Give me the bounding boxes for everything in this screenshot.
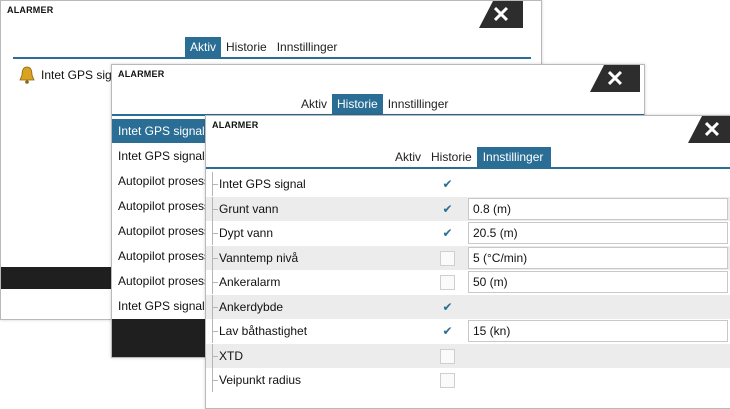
- enable-checkbox[interactable]: [440, 250, 455, 266]
- tab-historie[interactable]: Historie: [332, 94, 383, 114]
- checkmark-icon: ✔: [442, 299, 453, 314]
- enable-checkbox[interactable]: [440, 373, 455, 388]
- checkmark-icon: ✔: [442, 177, 453, 191]
- list-item-label: Intet GPS signal: [41, 68, 117, 82]
- enable-checkbox[interactable]: ✔: [440, 202, 455, 217]
- tab-historie[interactable]: Historie: [426, 147, 477, 167]
- settings-label: Dypt vann: [219, 226, 274, 240]
- tab-aktiv[interactable]: Aktiv: [296, 94, 332, 114]
- close-icon: ✕: [702, 116, 722, 142]
- tab-underline: [13, 57, 531, 59]
- close-icon: ✕: [605, 65, 625, 91]
- settings-label: XTD: [219, 348, 243, 363]
- enable-checkbox[interactable]: ✔: [440, 226, 455, 241]
- enable-checkbox[interactable]: ✔: [440, 324, 455, 339]
- settings-row[interactable]: Vanntemp nivå 5 (°C/min): [206, 245, 730, 270]
- settings-label: Grunt vann: [219, 201, 279, 216]
- alarm-dialog-settings: ALARMER ✕ Aktiv Historie Innstillinger I…: [205, 115, 730, 409]
- settings-row[interactable]: Lav båthastighet ✔ 15 (kn): [206, 319, 730, 343]
- close-button[interactable]: ✕: [479, 1, 523, 28]
- settings-label: Intet GPS signal: [219, 177, 306, 191]
- tree-connector: [212, 380, 218, 381]
- enable-checkbox[interactable]: [440, 275, 455, 290]
- tab-innstillinger[interactable]: Innstillinger: [383, 94, 454, 114]
- tab-innstillinger[interactable]: Innstillinger: [272, 37, 343, 57]
- dialog-title: ALARMER: [212, 120, 259, 130]
- threshold-field[interactable]: 15 (kn): [468, 320, 728, 342]
- tree-connector: [212, 331, 218, 332]
- settings-row[interactable]: Veipunkt radius: [206, 368, 730, 392]
- settings-row[interactable]: Grunt vann ✔ 0.8 (m): [206, 196, 730, 221]
- settings-row[interactable]: Intet GPS signal ✔: [206, 172, 730, 196]
- settings-row[interactable]: Ankeralarm 50 (m): [206, 270, 730, 294]
- checkmark-icon: ✔: [442, 201, 453, 216]
- settings-label: Ankerdybde: [219, 299, 284, 314]
- tree-connector: [212, 208, 218, 210]
- settings-label: Veipunkt radius: [219, 373, 302, 387]
- close-button[interactable]: ✕: [590, 65, 640, 92]
- dialog-title: ALARMER: [118, 69, 165, 79]
- close-button[interactable]: ✕: [688, 116, 730, 143]
- checkmark-icon: ✔: [442, 324, 453, 338]
- tab-aktiv[interactable]: Aktiv: [390, 147, 426, 167]
- tree-connector: [212, 184, 218, 185]
- tree-connector: [212, 282, 218, 283]
- tab-aktiv[interactable]: Aktiv: [185, 37, 222, 57]
- threshold-field[interactable]: 5 (°C/min): [468, 246, 728, 269]
- settings-row[interactable]: Dypt vann ✔ 20.5 (m): [206, 221, 730, 245]
- bell-warning-icon: [19, 66, 35, 84]
- settings-label: Ankeralarm: [219, 275, 281, 289]
- dialog-title: ALARMER: [7, 5, 54, 15]
- threshold-field[interactable]: 20.5 (m): [468, 222, 728, 244]
- tree-connector: [212, 233, 218, 234]
- tab-underline: [206, 167, 730, 169]
- settings-list: Intet GPS signal ✔ Grunt vann ✔ 0.8 (m) Dypt …: [206, 172, 730, 408]
- close-icon: ✕: [491, 1, 511, 27]
- tree-connector: [212, 355, 218, 357]
- threshold-field[interactable]: 0.8 (m): [468, 197, 728, 220]
- tree-connector: [212, 257, 218, 259]
- checkmark-icon: ✔: [442, 226, 453, 240]
- tree-connector: [212, 306, 218, 308]
- settings-row[interactable]: XTD: [206, 343, 730, 368]
- list-item[interactable]: Intet GPS signal: [17, 63, 117, 87]
- settings-label: Vanntemp nivå: [219, 250, 299, 265]
- tab-innstillinger[interactable]: Innstillinger: [476, 147, 552, 167]
- enable-checkbox[interactable]: [440, 348, 455, 364]
- settings-label: Lav båthastighet: [219, 324, 308, 338]
- tab-historie[interactable]: Historie: [221, 37, 272, 57]
- settings-row[interactable]: Ankerdybde ✔: [206, 294, 730, 319]
- enable-checkbox[interactable]: ✔: [440, 177, 455, 192]
- enable-checkbox[interactable]: ✔: [440, 300, 455, 315]
- threshold-field[interactable]: 50 (m): [468, 271, 728, 293]
